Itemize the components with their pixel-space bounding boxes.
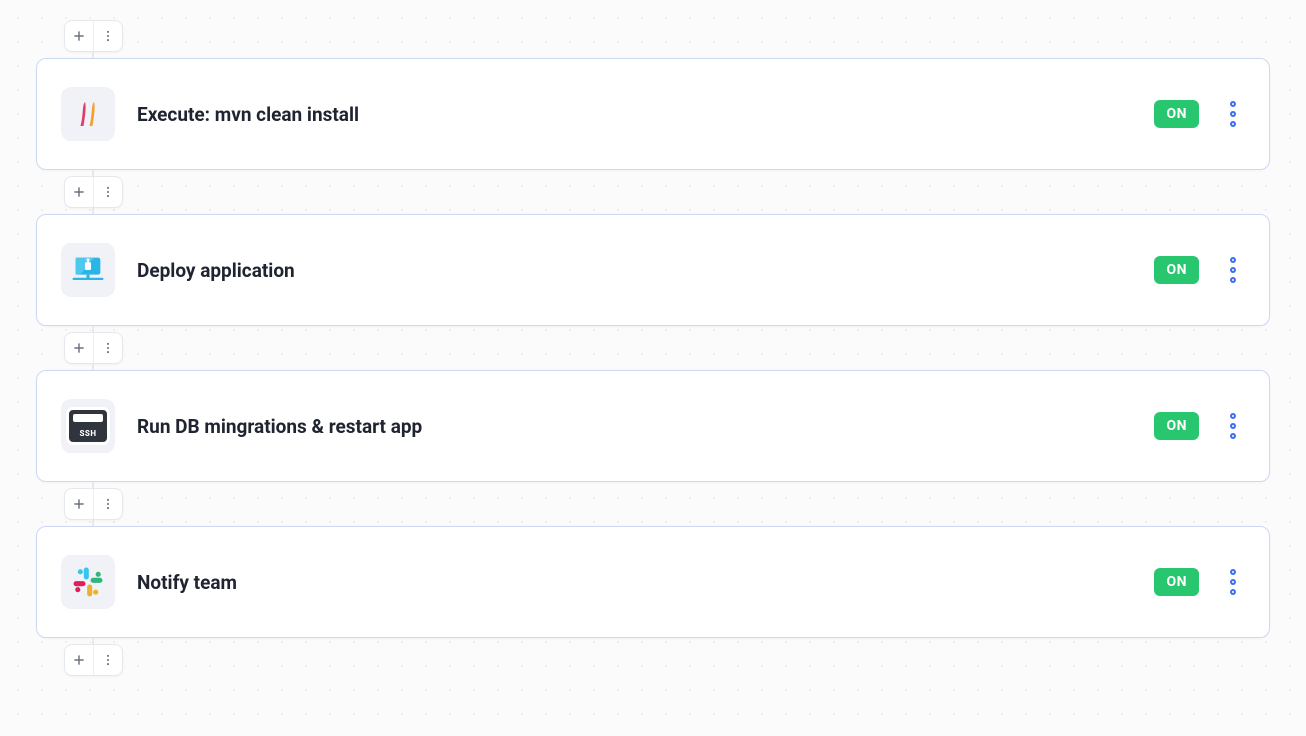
connector-pill	[64, 644, 123, 676]
dot-icon	[1230, 111, 1236, 117]
connector-row	[64, 20, 1270, 52]
add-step-button[interactable]	[65, 645, 93, 675]
add-step-button[interactable]	[65, 177, 93, 207]
connector-more-button[interactable]	[94, 645, 122, 675]
dot-icon	[1230, 433, 1236, 439]
step-title: Run DB mingrations & restart app	[137, 415, 1132, 438]
plus-icon	[72, 653, 86, 667]
plus-icon	[72, 341, 86, 355]
more-vertical-icon	[101, 29, 115, 43]
dot-icon	[1230, 413, 1236, 419]
pipeline-flow: Execute: mvn clean install ON	[36, 20, 1270, 676]
connector-row	[64, 332, 1270, 364]
connector-pill	[64, 332, 123, 364]
step-card-execute-mvn[interactable]: Execute: mvn clean install ON	[36, 58, 1270, 170]
step-actions-button[interactable]	[1221, 253, 1245, 287]
dot-icon	[1230, 267, 1236, 273]
slack-icon	[61, 555, 115, 609]
dot-icon	[1230, 101, 1236, 107]
connector-row	[64, 644, 1270, 676]
step-title: Deploy application	[137, 259, 1132, 282]
connector-more-button[interactable]	[94, 333, 122, 363]
connector-pill	[64, 488, 123, 520]
add-step-button[interactable]	[65, 21, 93, 51]
maven-icon	[61, 87, 115, 141]
plus-icon	[72, 29, 86, 43]
deploy-icon	[61, 243, 115, 297]
connector-row	[64, 176, 1270, 208]
dot-icon	[1230, 579, 1236, 585]
more-vertical-icon	[101, 341, 115, 355]
connector-pill	[64, 176, 123, 208]
plus-icon	[72, 185, 86, 199]
dot-icon	[1230, 423, 1236, 429]
more-vertical-icon	[101, 185, 115, 199]
add-step-button[interactable]	[65, 333, 93, 363]
add-step-button[interactable]	[65, 489, 93, 519]
dot-icon	[1230, 569, 1236, 575]
step-actions-button[interactable]	[1221, 565, 1245, 599]
step-card-run-db-migrations[interactable]: SSH Run DB mingrations & restart app ON	[36, 370, 1270, 482]
more-vertical-icon	[101, 653, 115, 667]
connector-row	[64, 488, 1270, 520]
toggle-on-badge[interactable]: ON	[1154, 568, 1199, 596]
step-card-notify-team[interactable]: Notify team ON	[36, 526, 1270, 638]
dot-icon	[1230, 121, 1236, 127]
ssh-icon: SSH	[61, 399, 115, 453]
step-actions-button[interactable]	[1221, 409, 1245, 443]
dot-icon	[1230, 257, 1236, 263]
step-actions-button[interactable]	[1221, 97, 1245, 131]
connector-more-button[interactable]	[94, 489, 122, 519]
dot-icon	[1230, 589, 1236, 595]
plus-icon	[72, 497, 86, 511]
step-card-deploy-application[interactable]: Deploy application ON	[36, 214, 1270, 326]
step-title: Execute: mvn clean install	[137, 103, 1132, 126]
dot-icon	[1230, 277, 1236, 283]
ssh-label: SSH	[79, 429, 96, 438]
toggle-on-badge[interactable]: ON	[1154, 256, 1199, 284]
step-title: Notify team	[137, 571, 1132, 594]
connector-more-button[interactable]	[94, 177, 122, 207]
toggle-on-badge[interactable]: ON	[1154, 412, 1199, 440]
connector-more-button[interactable]	[94, 21, 122, 51]
more-vertical-icon	[101, 497, 115, 511]
toggle-on-badge[interactable]: ON	[1154, 100, 1199, 128]
connector-pill	[64, 20, 123, 52]
